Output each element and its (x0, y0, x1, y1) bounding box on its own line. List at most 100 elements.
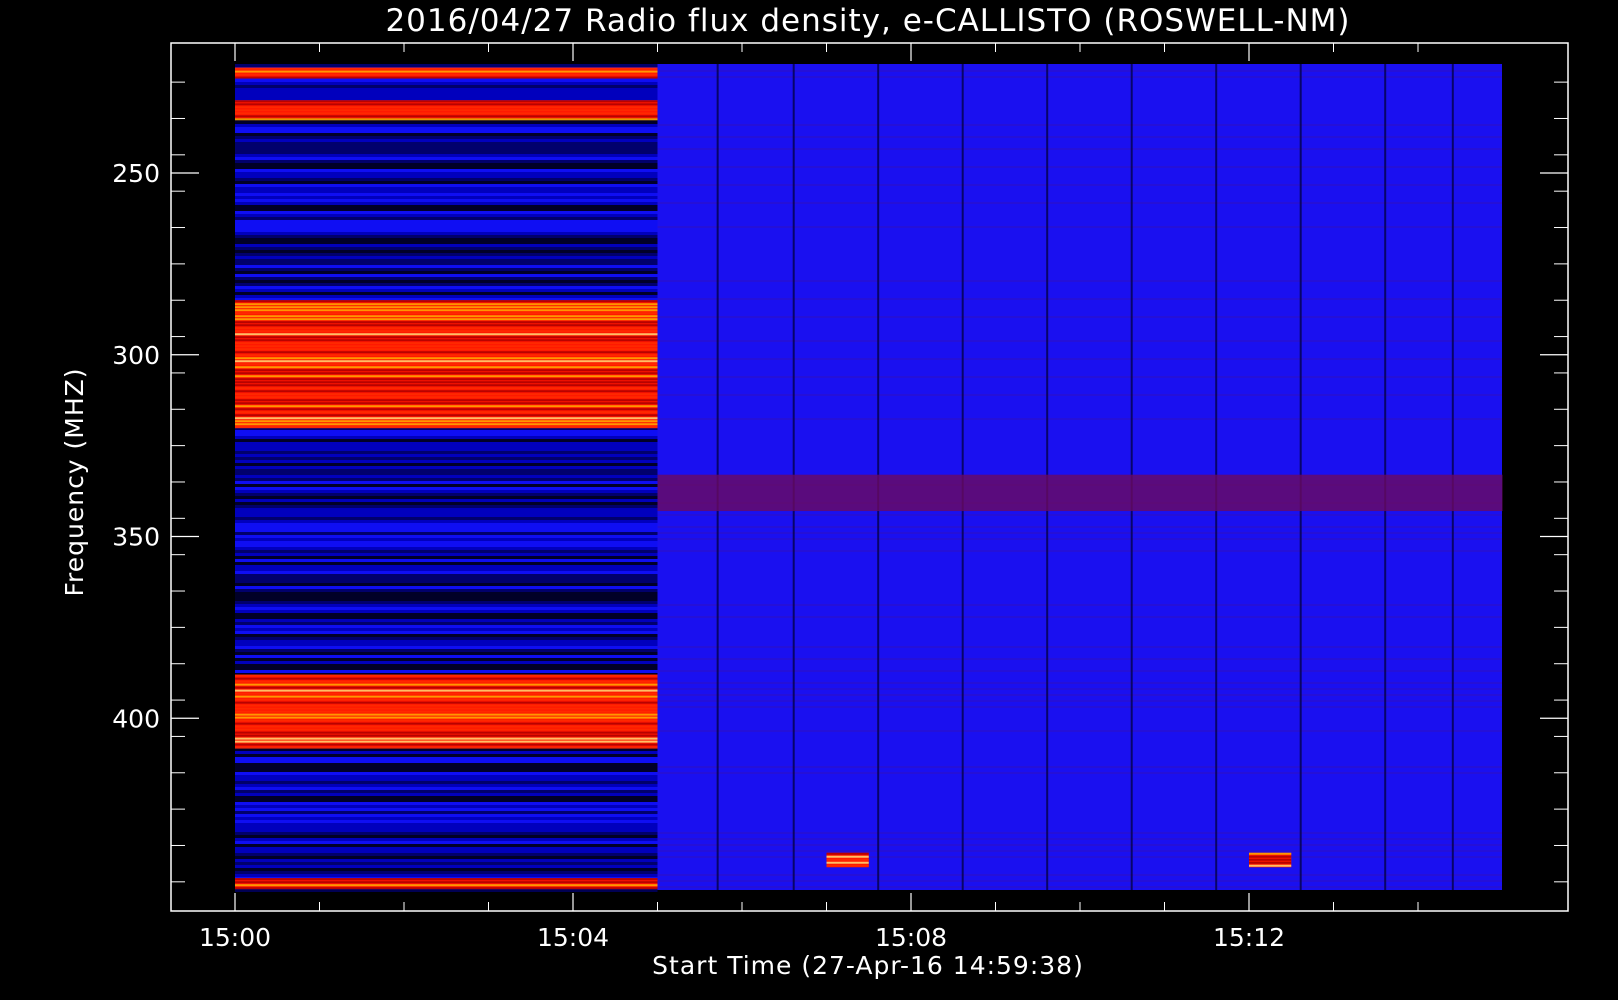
stripe (235, 604, 658, 607)
feature-stripe (235, 76, 658, 79)
stripe (235, 469, 658, 472)
stripe (235, 274, 658, 277)
feature-stripe (235, 677, 658, 680)
stripe (235, 775, 658, 778)
stripe (235, 475, 658, 478)
stripe (235, 445, 658, 448)
feature-stripe (235, 881, 658, 884)
x-tick-label: 15:08 (875, 923, 947, 952)
feature-stripe (235, 309, 658, 312)
stripe (235, 619, 658, 622)
feature-stripe (235, 707, 658, 710)
feature-stripe (235, 704, 658, 707)
texture-line (657, 694, 1502, 696)
stripe (235, 556, 658, 559)
stripe (235, 613, 658, 616)
stripe (235, 430, 658, 433)
feature-stripe (235, 315, 658, 318)
stripe (235, 160, 658, 163)
stripe (235, 757, 658, 760)
feature-stripe (235, 393, 658, 396)
stripe (235, 820, 658, 823)
feature-stripe (235, 70, 658, 73)
feature-stripe (235, 689, 658, 692)
stripe (235, 259, 658, 262)
feature-stripe (235, 725, 658, 728)
stripe (235, 211, 658, 214)
feature-stripe (235, 387, 658, 390)
stripe (235, 871, 658, 874)
stripe (235, 628, 658, 631)
stripe (235, 487, 658, 490)
stripe (235, 829, 658, 832)
stripe (235, 649, 658, 652)
feature-stripe (235, 710, 658, 713)
stripe (235, 640, 658, 643)
feature-stripe (235, 405, 658, 408)
feature-stripe (235, 390, 658, 393)
texture-line (657, 604, 1502, 606)
feature-burst-patch (826, 852, 869, 868)
chart-title: 2016/04/27 Radio flux density, e-CALLIST… (385, 3, 1350, 39)
stripe (235, 436, 658, 439)
stripe (235, 229, 658, 232)
x-tick-label: 15:12 (1213, 923, 1285, 952)
stripe (235, 451, 658, 454)
stripe (235, 271, 658, 274)
stripe (235, 550, 658, 553)
stripe (235, 637, 658, 640)
stripe (235, 841, 658, 844)
feature-stripe (235, 354, 658, 357)
stripe (235, 220, 658, 223)
stripe (235, 232, 658, 235)
feature-stripe (235, 103, 658, 106)
stripe (235, 151, 658, 154)
stripe (235, 661, 658, 664)
stripe (235, 589, 658, 592)
y-tick-label: 350 (112, 523, 160, 552)
feature-stripe (235, 695, 658, 698)
stripe (235, 145, 658, 148)
stripe (235, 889, 658, 892)
stripe (235, 244, 658, 247)
feature-stripe (235, 306, 658, 309)
stripe (235, 193, 658, 196)
stripe (235, 580, 658, 583)
stripe (235, 850, 658, 853)
stripe (235, 85, 658, 88)
stripe (235, 823, 658, 826)
stripe (235, 253, 658, 256)
stripe (235, 280, 658, 283)
stripe (235, 184, 658, 187)
stripe (235, 778, 658, 781)
feature-stripe (235, 402, 658, 405)
stripe (235, 523, 658, 526)
feature-strong-band (235, 674, 658, 749)
texture-line (657, 700, 1502, 702)
stripe (235, 583, 658, 586)
stripe (235, 853, 658, 856)
feature-stripe (235, 363, 658, 366)
stripe (235, 814, 658, 817)
stripe (235, 805, 658, 808)
stripe (235, 547, 658, 550)
feature-stripe (1249, 858, 1292, 861)
feature-stripe (235, 683, 658, 686)
feature-stripe (235, 411, 658, 414)
stripe (235, 511, 658, 514)
stripe (235, 82, 658, 85)
texture-line (657, 202, 1502, 204)
stripe (235, 667, 658, 670)
stripe (235, 760, 658, 763)
stripe (235, 283, 658, 286)
feature-stripe (235, 67, 658, 70)
feature-stripe (235, 746, 658, 749)
stripe (235, 772, 658, 775)
feature-stripe (235, 360, 658, 363)
stripe (235, 598, 658, 601)
feature-stripe (235, 414, 658, 417)
texture-line (657, 418, 1502, 420)
feature-stripe (235, 348, 658, 351)
stripe (235, 577, 658, 580)
feature-stripe (235, 112, 658, 115)
